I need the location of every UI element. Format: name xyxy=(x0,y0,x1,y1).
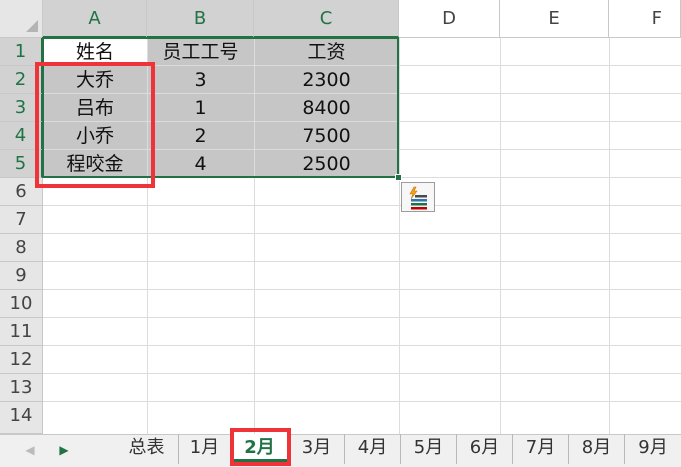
row-header-11[interactable]: 11 xyxy=(0,318,43,346)
select-all-corner[interactable] xyxy=(0,0,43,38)
sheet-tab-5[interactable]: 5月 xyxy=(401,434,457,464)
gridline xyxy=(43,233,681,234)
select-all-triangle-icon xyxy=(26,20,38,32)
sheet-tab-8[interactable]: 8月 xyxy=(569,434,625,464)
gridline xyxy=(43,289,681,290)
quick-analysis-icon xyxy=(409,186,427,210)
scroll-tabs-left-icon[interactable]: ◀ xyxy=(20,434,40,467)
gridline xyxy=(609,38,610,434)
row-header-8[interactable]: 8 xyxy=(0,234,43,262)
sheet-tab-3[interactable]: 3月 xyxy=(289,434,345,464)
gridline xyxy=(43,401,681,402)
column-header-f[interactable]: F xyxy=(609,0,681,38)
column-header-a[interactable]: A xyxy=(43,0,147,38)
row-header-9[interactable]: 9 xyxy=(0,262,43,290)
sheet-tab-9[interactable]: 9月 xyxy=(625,434,681,464)
column-header-b[interactable]: B xyxy=(147,0,254,38)
sheet-tab-6[interactable]: 6月 xyxy=(457,434,513,464)
row-header-10[interactable]: 10 xyxy=(0,290,43,318)
fill-handle[interactable] xyxy=(395,174,402,181)
sheet-tab-1[interactable]: 1月 xyxy=(179,434,231,464)
row-header-14[interactable]: 14 xyxy=(0,402,43,434)
gridline xyxy=(43,317,681,318)
sheet-tab-summary[interactable]: 总表 xyxy=(115,434,179,464)
annotation-highlight-tab xyxy=(230,428,291,466)
gridline xyxy=(43,345,681,346)
row-header-13[interactable]: 13 xyxy=(0,374,43,402)
gridline xyxy=(43,261,681,262)
gridline xyxy=(500,38,501,434)
gridline xyxy=(43,205,681,206)
gridline xyxy=(399,38,400,434)
annotation-highlight-names xyxy=(35,62,155,188)
column-header-c[interactable]: C xyxy=(254,0,399,38)
sheet-tab-4[interactable]: 4月 xyxy=(345,434,401,464)
row-header-12[interactable]: 12 xyxy=(0,346,43,374)
scroll-tabs-right-icon[interactable]: ▶ xyxy=(54,434,74,467)
row-header-7[interactable]: 7 xyxy=(0,206,43,234)
quick-analysis-button[interactable] xyxy=(401,182,435,212)
column-header-d[interactable]: D xyxy=(399,0,500,38)
column-header-e[interactable]: E xyxy=(500,0,609,38)
sheet-tab-7[interactable]: 7月 xyxy=(513,434,569,464)
gridline xyxy=(43,373,681,374)
